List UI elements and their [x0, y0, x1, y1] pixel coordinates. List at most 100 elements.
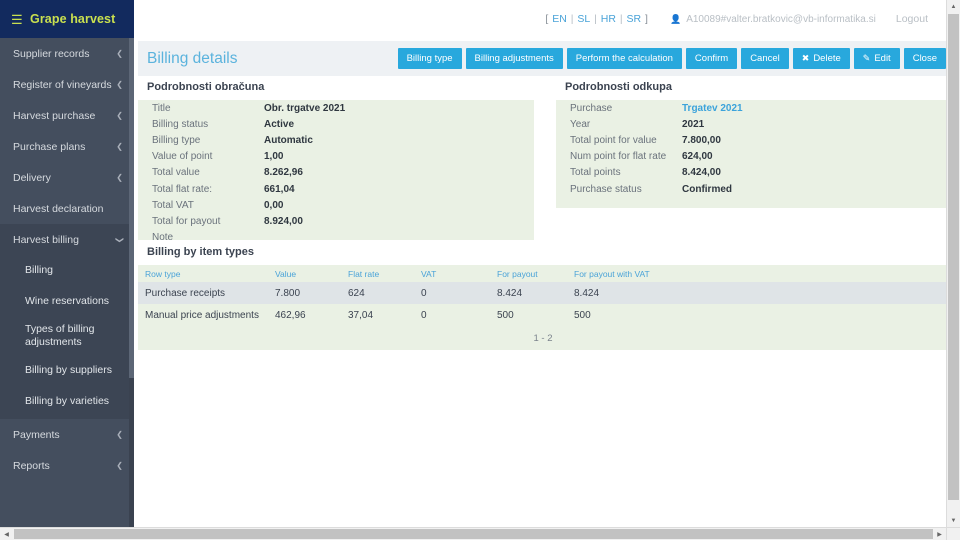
- sidebar-scrollbar-thumb[interactable]: [129, 38, 134, 378]
- edit-button[interactable]: ✎ Edit: [853, 48, 900, 69]
- purchase-link[interactable]: Trgatev 2021: [682, 103, 743, 114]
- sidebar-subitem-label: Types of billing adjustments: [25, 323, 95, 348]
- detail-key: Purchase: [570, 102, 613, 114]
- column-header-flat-rate[interactable]: Flat rate: [341, 265, 414, 282]
- detail-key: Total flat rate:: [152, 183, 213, 195]
- horizontal-scrollbar-thumb[interactable]: [14, 529, 933, 539]
- table-row[interactable]: Manual price adjustments 462,96 37,04 0 …: [138, 304, 948, 326]
- billing-adjustments-button[interactable]: Billing adjustments: [465, 48, 563, 69]
- sidebar-item-supplier-records[interactable]: Supplier records ❮: [0, 38, 134, 69]
- status-badge: Confirmed: [682, 183, 732, 195]
- lang-sr[interactable]: SR: [626, 13, 643, 25]
- brand-title: Grape harvest: [30, 12, 116, 26]
- page-title: Billing details: [147, 49, 238, 67]
- lang-sl[interactable]: SL: [576, 13, 591, 25]
- detail-row: Total point for value 7.800,00: [556, 132, 948, 148]
- sidebar-item-label: Register of vineyards: [13, 78, 112, 91]
- topbar: [ EN | SL | HR | SR ] 👤 A10089#valter.br…: [134, 0, 946, 38]
- sidebar-item-label: Payments: [13, 428, 60, 441]
- detail-key: Purchase status: [570, 183, 642, 195]
- scroll-up-icon[interactable]: ▲: [947, 0, 960, 13]
- scroll-left-icon[interactable]: ◀: [0, 528, 13, 540]
- close-label: Close: [912, 53, 937, 64]
- billing-type-button[interactable]: Billing type: [397, 48, 462, 69]
- detail-value: Automatic: [264, 134, 313, 146]
- sidebar-item-billing[interactable]: Billing: [0, 255, 134, 286]
- details-panels: Podrobnosti obračuna Title Obr. trgatve …: [138, 76, 948, 246]
- sidebar-item-types-of-billing-adjustments[interactable]: Types of billing adjustments: [0, 317, 134, 355]
- delete-button[interactable]: ✖ Delete: [792, 48, 850, 69]
- cell-flat-rate: 624: [341, 282, 414, 304]
- bracket-close: ]: [645, 13, 648, 25]
- table-row[interactable]: Purchase receipts 7.800 624 0 8.424 8.42…: [138, 282, 948, 304]
- detail-row: Total for payout 8.924,00: [138, 213, 534, 229]
- cell-for-payout-with-vat: 8.424: [567, 282, 948, 304]
- pagination-label[interactable]: 1 - 2: [138, 326, 948, 350]
- cell-value: 462,96: [268, 304, 341, 326]
- sidebar-item-reports[interactable]: Reports ❮: [0, 450, 134, 481]
- lang-separator: |: [594, 13, 597, 25]
- billing-type-label: Billing type: [406, 53, 453, 64]
- column-header-vat[interactable]: VAT: [414, 265, 490, 282]
- detail-key: Note: [152, 232, 174, 244]
- scroll-down-icon[interactable]: ▼: [947, 514, 960, 527]
- sidebar-item-billing-by-varieties[interactable]: Billing by varieties: [0, 386, 134, 417]
- sidebar-item-label: Harvest billing: [13, 233, 79, 246]
- column-header-value[interactable]: Value: [268, 265, 341, 282]
- sidebar-item-wine-reservations[interactable]: Wine reservations: [0, 286, 134, 317]
- user-account[interactable]: 👤 A10089#valter.bratkovic@vb-informatika…: [670, 14, 876, 25]
- hamburger-icon[interactable]: ☰: [11, 13, 23, 26]
- detail-row: Num point for flat rate 624,00: [556, 149, 948, 165]
- table-header-row: Row type Value Flat rate VAT For payout …: [138, 265, 948, 282]
- pagination-row: 1 - 2: [138, 326, 948, 350]
- cell-value: 7.800: [268, 282, 341, 304]
- vertical-scrollbar-thumb[interactable]: [948, 14, 959, 500]
- column-header-for-payout[interactable]: For payout: [490, 265, 567, 282]
- cancel-button[interactable]: Cancel: [741, 48, 789, 69]
- billing-adjustments-label: Billing adjustments: [474, 53, 554, 64]
- column-header-row-type[interactable]: Row type: [138, 265, 268, 282]
- sidebar-item-payments[interactable]: Payments ❮: [0, 419, 134, 450]
- vertical-scrollbar[interactable]: ▲ ▼: [946, 0, 960, 527]
- brand-header[interactable]: ☰ Grape harvest: [0, 0, 134, 38]
- sidebar-item-harvest-purchase[interactable]: Harvest purchase ❮: [0, 100, 134, 131]
- detail-row: Year 2021: [556, 116, 948, 132]
- sidebar: ☰ Grape harvest Supplier records ❮ Regis…: [0, 0, 134, 527]
- sidebar-item-harvest-billing[interactable]: Harvest billing ❮: [0, 224, 134, 255]
- sidebar-item-purchase-plans[interactable]: Purchase plans ❮: [0, 131, 134, 162]
- sidebar-item-register-of-vineyards[interactable]: Register of vineyards ❮: [0, 69, 134, 100]
- confirm-label: Confirm: [694, 53, 729, 64]
- column-header-for-payout-with-vat[interactable]: For payout with VAT: [567, 265, 948, 282]
- lang-en[interactable]: EN: [551, 13, 568, 25]
- sidebar-item-billing-by-suppliers[interactable]: Billing by suppliers: [0, 355, 134, 386]
- page-header: Billing details Billing type Billing adj…: [138, 41, 948, 76]
- detail-row: Total flat rate: 661,04: [138, 181, 534, 197]
- sidebar-scrollbar[interactable]: [129, 38, 134, 527]
- sidebar-item-label: Purchase plans: [13, 140, 86, 153]
- perform-calculation-button[interactable]: Perform the calculation: [566, 48, 682, 69]
- app-window: ☰ Grape harvest Supplier records ❮ Regis…: [0, 0, 960, 540]
- sidebar-item-label: Delivery: [13, 171, 51, 184]
- cell-for-payout-with-vat: 500: [567, 304, 948, 326]
- detail-row: Total points 8.424,00: [556, 165, 948, 181]
- close-button[interactable]: Close: [903, 48, 946, 69]
- scroll-right-icon[interactable]: ▶: [933, 528, 946, 540]
- billing-details-panel: Podrobnosti obračuna Title Obr. trgatve …: [138, 76, 534, 243]
- sidebar-submenu-harvest-billing: Billing Wine reservations Types of billi…: [0, 255, 134, 419]
- confirm-button[interactable]: Confirm: [685, 48, 738, 69]
- billing-details-title: Podrobnosti obračuna: [147, 81, 265, 93]
- detail-row: Note: [138, 230, 534, 246]
- lang-hr[interactable]: HR: [600, 13, 617, 25]
- cell-for-payout: 8.424: [490, 282, 567, 304]
- detail-key: Total VAT: [152, 199, 194, 211]
- scrollbar-corner: [946, 527, 960, 540]
- sidebar-item-harvest-declaration[interactable]: Harvest declaration: [0, 193, 134, 224]
- detail-value: 0,00: [264, 199, 284, 211]
- horizontal-scrollbar[interactable]: ◀ ▶: [0, 527, 960, 540]
- chevron-left-icon: ❮: [116, 141, 123, 151]
- chevron-left-icon: ❮: [116, 429, 123, 439]
- chevron-left-icon: ❮: [116, 460, 123, 470]
- user-icon: 👤: [669, 13, 682, 24]
- logout-link[interactable]: Logout: [896, 13, 928, 25]
- sidebar-item-delivery[interactable]: Delivery ❮: [0, 162, 134, 193]
